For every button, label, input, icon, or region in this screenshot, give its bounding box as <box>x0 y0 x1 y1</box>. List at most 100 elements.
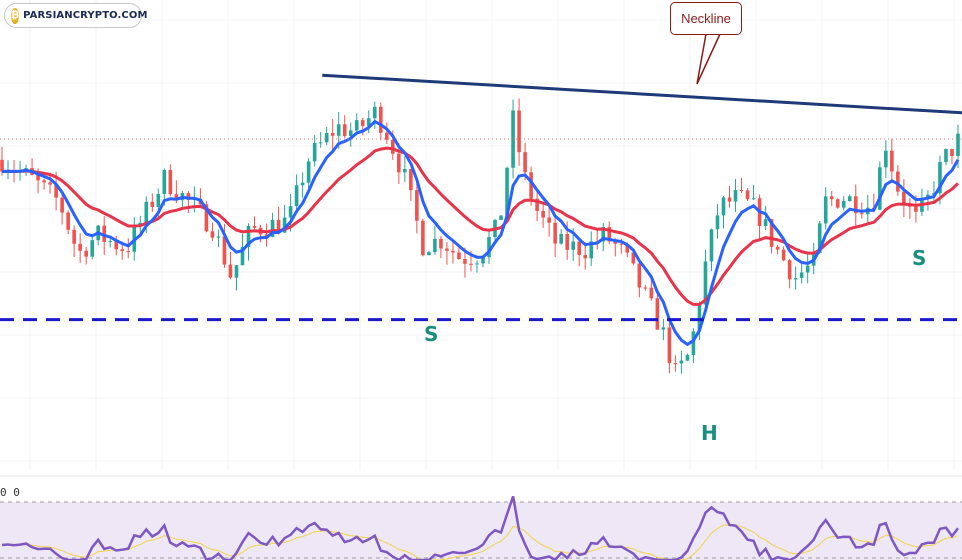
chart-stage: ₿ PARSIANCRYPTO.COM Neckline S H S 0 0 <box>0 0 962 560</box>
head-label: H <box>701 421 718 445</box>
candle-body <box>956 133 960 157</box>
candle-body <box>733 190 738 202</box>
candle-body <box>150 201 155 207</box>
candle-body <box>667 327 672 364</box>
candle-body <box>751 198 756 200</box>
candle-body <box>252 225 257 228</box>
candle-body <box>859 213 864 215</box>
candle-body <box>775 246 780 250</box>
price-chart[interactable] <box>0 0 962 560</box>
candle-body <box>294 185 299 207</box>
candle-body <box>655 298 660 330</box>
candle-body <box>360 120 365 126</box>
candle-body <box>372 106 377 119</box>
candle-body <box>571 241 575 250</box>
candle-body <box>721 197 726 216</box>
candle-body <box>330 132 335 136</box>
candle-body <box>685 354 690 361</box>
candle-body <box>541 210 545 218</box>
candle-body <box>835 199 840 208</box>
candle-body <box>210 231 215 238</box>
candle-body <box>60 197 64 213</box>
candle-body <box>583 255 588 259</box>
candle-body <box>120 249 125 252</box>
candle-body <box>884 150 888 168</box>
candle-body <box>517 110 521 153</box>
candle-body <box>847 196 852 201</box>
candle-body <box>799 272 804 278</box>
candle-body <box>354 120 359 131</box>
neckline-callout-pointer <box>696 33 721 85</box>
neckline-label: Neckline <box>681 11 731 26</box>
candle-body <box>0 159 4 172</box>
candle-body <box>162 170 167 194</box>
candle-body <box>378 106 383 133</box>
candle-body <box>397 153 401 173</box>
candle-body <box>469 263 473 265</box>
candle-body <box>829 196 834 200</box>
candle-body <box>421 220 425 256</box>
candle-body <box>168 170 173 195</box>
candle-body <box>312 142 317 162</box>
fast-moving-average-line <box>1 119 960 347</box>
candle-body <box>745 190 750 200</box>
candle-body <box>649 287 654 299</box>
neckline-callout: Neckline <box>670 2 742 35</box>
neckline-trendline <box>322 73 962 115</box>
candle-body <box>415 190 419 221</box>
candle-body <box>805 265 810 273</box>
candle-body <box>234 265 239 278</box>
candle-body <box>523 152 527 173</box>
candle-body <box>781 249 786 261</box>
candle-body <box>90 240 94 257</box>
candle-body <box>348 130 353 136</box>
candle-body <box>787 260 792 280</box>
right-shoulder-label: S <box>912 246 927 270</box>
candle-body <box>318 142 323 144</box>
candle-body <box>66 212 70 230</box>
candle-body <box>463 259 467 264</box>
candle-body <box>324 132 329 143</box>
left-shoulder-label: S <box>424 322 439 346</box>
candle-body <box>823 196 828 224</box>
candle-body <box>78 243 82 251</box>
candle-body <box>228 264 233 278</box>
candle-body <box>156 193 161 207</box>
candle-body <box>42 180 46 183</box>
candle-body <box>409 169 413 191</box>
candle-body <box>547 217 551 223</box>
candle-body <box>300 182 305 186</box>
candle-body <box>499 215 503 221</box>
candle-body <box>637 263 642 288</box>
candle-body <box>427 252 431 256</box>
candle-body <box>944 149 948 163</box>
candle-body <box>739 190 744 192</box>
candle-body <box>890 150 894 172</box>
candle-body <box>306 161 311 183</box>
oscillator-label: 0 0 <box>0 486 20 499</box>
candle-body <box>841 200 846 208</box>
candle-body <box>715 215 720 230</box>
logo-text: PARSIANCRYPTO.COM <box>23 10 148 21</box>
candle-body <box>144 201 149 223</box>
candle-body <box>403 169 407 173</box>
candle-body <box>763 219 768 227</box>
candle-body <box>793 277 798 280</box>
candle-body <box>391 139 395 154</box>
candle-body <box>643 287 648 289</box>
candle-body <box>475 263 479 265</box>
candle-body <box>577 241 581 256</box>
candle-body <box>950 149 954 157</box>
candle-body <box>511 110 515 168</box>
candle-body <box>457 252 461 260</box>
candle-body <box>914 206 918 212</box>
brand-logo[interactable]: ₿ PARSIANCRYPTO.COM <box>4 3 147 28</box>
candle-body <box>216 236 221 238</box>
candle-body <box>108 240 113 242</box>
candle-body <box>709 229 714 262</box>
candle-body <box>439 238 443 249</box>
candle-body <box>342 124 347 136</box>
candle-body <box>48 182 52 185</box>
candle-body <box>553 222 557 244</box>
candle-body <box>433 238 437 253</box>
